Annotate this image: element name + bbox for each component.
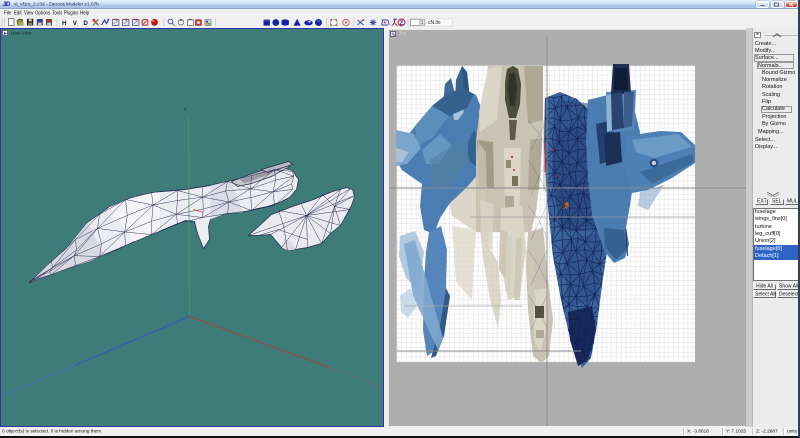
svg-text:D: D <box>83 20 88 27</box>
svg-text:cN.llo: cN.llo <box>428 20 441 26</box>
svg-text:Y: Y <box>184 108 188 114</box>
svg-text:H: H <box>62 20 67 27</box>
svg-text:Z: Z <box>400 21 404 27</box>
